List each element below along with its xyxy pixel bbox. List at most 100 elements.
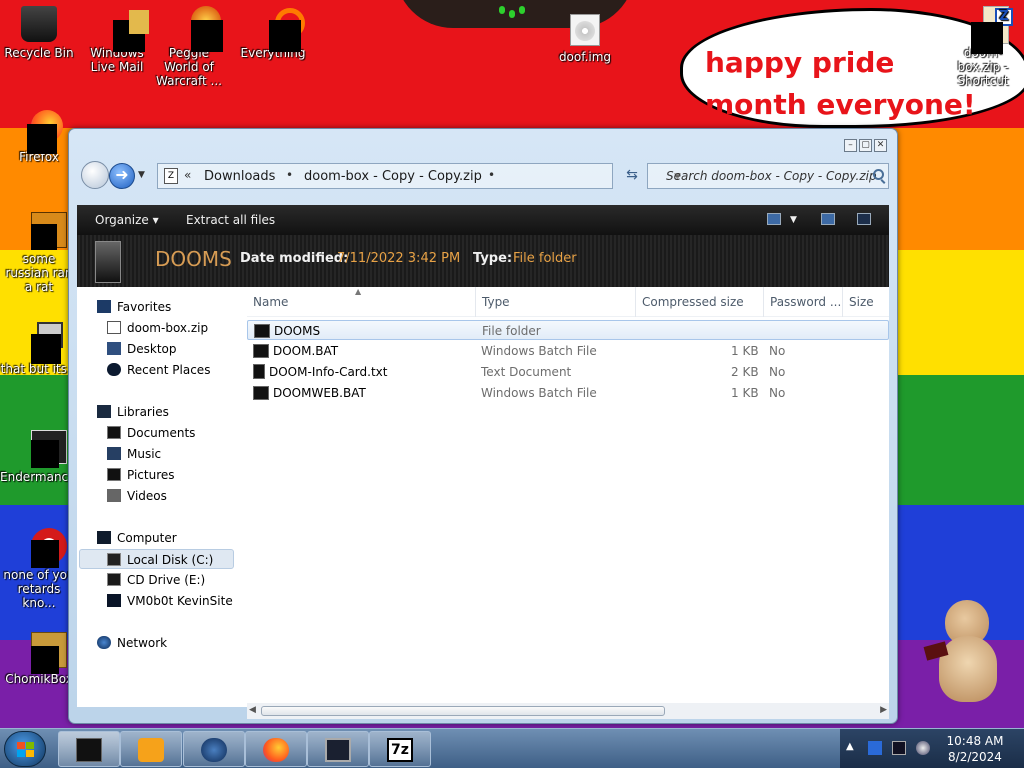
taskbar-explorer-active[interactable] xyxy=(58,731,120,767)
organize-button[interactable]: Organize ▾ xyxy=(95,213,159,227)
desktop-icon-peggle[interactable]: Peggle World of Warcraft ... xyxy=(150,6,228,88)
nav-local-disk[interactable]: Local Disk (C:) xyxy=(79,549,234,569)
scroll-left-icon[interactable]: ◀ xyxy=(249,705,256,715)
address-overflow[interactable]: « xyxy=(184,168,191,182)
back-button[interactable] xyxy=(81,161,109,189)
table-row[interactable]: DOOMS File folder xyxy=(247,320,889,340)
media-player-icon xyxy=(138,738,164,762)
file-compressed-size: 2 KB xyxy=(731,365,759,379)
desktop-icon-doof-img[interactable]: doof.img xyxy=(546,14,624,64)
desktop-icon-russian-rat[interactable]: some russian ran a rat xyxy=(0,212,78,294)
breadcrumb-separator[interactable]: • xyxy=(488,168,495,182)
nav-network[interactable]: Network xyxy=(97,633,167,653)
column-header-size[interactable]: Size xyxy=(843,287,889,317)
address-bar[interactable]: Z « Downloads • doom-box - Copy - Copy.z… xyxy=(157,163,681,189)
nav-cd-drive[interactable]: CD Drive (E:) xyxy=(107,570,205,590)
date-modified-value: 7/11/2022 3:42 PM xyxy=(337,251,461,266)
clock[interactable]: 10:48 AM 8/2/2024 xyxy=(935,733,1015,765)
forward-button[interactable]: ➜ xyxy=(109,163,135,189)
horizontal-scrollbar[interactable]: ◀ ▶ xyxy=(247,703,889,719)
desktop-icon-firefox[interactable]: Firefox xyxy=(0,110,78,164)
type-value: File folder xyxy=(513,251,577,266)
desktop-icon-label: ChomikBox xyxy=(5,672,73,686)
extract-all-button[interactable]: Extract all files xyxy=(186,213,275,227)
taskbar-7zip[interactable]: 7z xyxy=(369,731,431,767)
nav-label: Recent Places xyxy=(127,363,211,377)
desktop-icon-that-but[interactable]: that but its c xyxy=(0,322,78,376)
breadcrumb-zip[interactable]: doom-box - Copy - Copy.zip xyxy=(304,169,482,184)
desktop-icon-none-of-you[interactable]: none of you retards kno... xyxy=(0,528,78,610)
windows-logo-icon xyxy=(17,742,35,758)
scroll-right-icon[interactable]: ▶ xyxy=(880,705,887,715)
column-header-compressed-size[interactable]: Compressed size xyxy=(636,287,764,317)
minimize-button[interactable]: – xyxy=(844,139,857,152)
nav-recent-places[interactable]: Recent Places xyxy=(107,360,210,380)
refresh-icon[interactable]: ⇆ xyxy=(621,163,643,189)
taskbar-window-app[interactable] xyxy=(307,731,369,767)
breadcrumb-downloads[interactable]: Downloads xyxy=(204,169,275,184)
file-compressed-size: 1 KB xyxy=(731,386,759,400)
taskbar-media-player[interactable] xyxy=(120,731,182,767)
nav-music[interactable]: Music xyxy=(107,444,161,464)
file-type: Text Document xyxy=(481,365,572,379)
preview-pane-icon[interactable] xyxy=(821,213,835,225)
folder-large-icon xyxy=(95,241,121,283)
nav-libraries[interactable]: Libraries xyxy=(97,402,169,422)
help-icon[interactable] xyxy=(857,213,871,225)
nav-label: Desktop xyxy=(127,342,177,356)
file-name: DOOMWEB.BAT xyxy=(273,386,366,400)
tray-network-icon[interactable] xyxy=(892,741,906,755)
folder-icon xyxy=(254,324,270,338)
windows-icon xyxy=(21,322,63,364)
cd-drive-icon xyxy=(107,573,121,586)
nav-videos[interactable]: Videos xyxy=(107,486,167,506)
nav-network-drive[interactable]: VM0b0t KevinSite xyxy=(107,591,233,611)
desktop-icon-endermanc[interactable]: Endermanc... xyxy=(0,430,80,484)
nav-documents[interactable]: Documents xyxy=(107,423,195,443)
peggle-icon xyxy=(171,6,223,52)
recent-pages-dropdown[interactable]: ▼ xyxy=(138,170,145,180)
clock-time: 10:48 AM xyxy=(946,734,1004,748)
taskbar-internet-explorer[interactable] xyxy=(183,731,245,767)
table-row[interactable]: DOOM.BAT Windows Batch File 1 KB No xyxy=(247,341,889,361)
tray-volume-icon[interactable] xyxy=(916,741,930,755)
nav-computer[interactable]: Computer xyxy=(97,528,177,548)
table-row[interactable]: DOOM-Info-Card.txt Text Document 2 KB No xyxy=(247,362,889,382)
column-header-password[interactable]: Password ... xyxy=(764,287,843,317)
recycle-bin-icon xyxy=(21,6,57,42)
explorer-window[interactable]: – ▢ ✕ ➜ ▼ Z « Downloads • doom-box - Cop… xyxy=(68,128,898,724)
column-header-name[interactable]: Name ▲ xyxy=(247,287,476,317)
taskbar: 7z ▲ 10:48 AM 8/2/2024 xyxy=(0,728,1024,768)
breadcrumb-separator[interactable]: • xyxy=(286,168,293,182)
scrollbar-thumb[interactable] xyxy=(261,706,665,716)
taskbar-firefox[interactable] xyxy=(245,731,307,767)
file-name: DOOM.BAT xyxy=(273,344,339,358)
tray-app-icon[interactable] xyxy=(868,741,882,755)
start-button[interactable] xyxy=(4,731,46,767)
views-icon[interactable] xyxy=(767,213,781,225)
search-input[interactable]: Search doom-box - Copy - Copy.zip xyxy=(647,163,889,189)
nav-label: VM0b0t KevinSite xyxy=(127,594,233,608)
show-hidden-icons[interactable]: ▲ xyxy=(846,741,860,755)
nav-label: Pictures xyxy=(127,468,175,482)
search-icon[interactable] xyxy=(873,169,884,180)
desktop-icon-label: Recycle Bin xyxy=(4,46,74,60)
desktop-icon-chomikbox[interactable]: ChomikBox xyxy=(0,632,78,686)
table-row[interactable]: DOOMWEB.BAT Windows Batch File 1 KB No xyxy=(247,383,889,403)
maximize-button[interactable]: ▢ xyxy=(859,139,872,152)
nav-favorites[interactable]: Favorites xyxy=(97,297,171,317)
nav-label: CD Drive (E:) xyxy=(127,573,206,587)
desktop-icon-doom-box-shortcut[interactable]: Z doom-box.zip - Shortcut xyxy=(944,6,1022,88)
nav-doom-box-zip[interactable]: doom-box.zip xyxy=(107,318,208,338)
nav-pictures[interactable]: Pictures xyxy=(107,465,175,485)
sort-arrow-icon: ▲ xyxy=(355,287,362,296)
close-button[interactable]: ✕ xyxy=(874,139,887,152)
nav-desktop[interactable]: Desktop xyxy=(107,339,177,359)
nav-label: Music xyxy=(127,447,162,461)
desktop-icon-windows-live-mail[interactable]: Windows Live Mail xyxy=(78,6,156,74)
views-dropdown[interactable]: ▼ xyxy=(790,215,797,225)
column-header-type[interactable]: Type xyxy=(476,287,636,317)
desktop-icon-recycle-bin[interactable]: Recycle Bin xyxy=(0,6,78,60)
desktop-icon-label: none of you retards kno... xyxy=(3,568,75,610)
desktop-icon-everything[interactable]: Everything xyxy=(234,6,312,60)
